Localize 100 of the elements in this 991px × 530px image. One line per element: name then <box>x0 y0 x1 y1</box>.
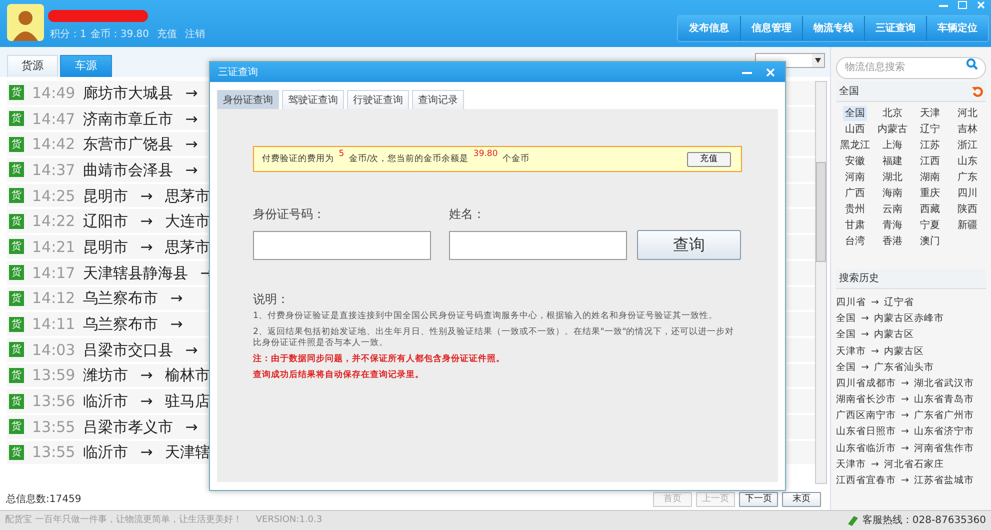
scrollbar[interactable] <box>815 81 827 484</box>
region-link[interactable]: 河南 <box>842 170 867 184</box>
region-link[interactable]: 西藏 <box>918 202 942 216</box>
history-origin[interactable]: 全国 <box>836 360 856 375</box>
warning-text: 注：由于数据同步问题，并不保证所有人都包含身份证证件照。 <box>253 354 506 365</box>
history-destination[interactable]: 河北省石家庄 <box>884 458 944 472</box>
history-destination[interactable]: 内蒙古区 <box>884 344 924 359</box>
history-destination[interactable]: 山东省济宁市 <box>914 425 974 440</box>
region-link[interactable]: 新疆 <box>955 218 980 232</box>
maximize-icon[interactable] <box>958 1 967 9</box>
region-link[interactable]: 山西 <box>842 122 867 136</box>
history-origin[interactable]: 四川省 <box>836 296 866 310</box>
history-destination[interactable]: 辽宁省 <box>884 296 914 310</box>
history-origin[interactable]: 湖南省长沙市 <box>836 393 896 408</box>
history-destination[interactable]: 内蒙古区 <box>874 328 914 343</box>
dialog-title: 三证查询 <box>218 66 259 80</box>
refresh-icon[interactable] <box>972 86 983 96</box>
row-arrow: → <box>140 392 153 410</box>
region-link[interactable]: 河北 <box>955 106 980 120</box>
total-count: 总信息数:17459 <box>6 492 82 506</box>
history-destination[interactable]: 河南省焦作市 <box>914 442 974 456</box>
cargo-badge: 货 <box>9 85 24 100</box>
region-link[interactable]: 江苏 <box>918 138 942 152</box>
history-destination[interactable]: 广东省汕头市 <box>874 360 934 375</box>
region-link[interactable]: 湖南 <box>918 170 942 184</box>
region-link[interactable]: 澳门 <box>918 234 942 248</box>
region-link[interactable]: 广西 <box>842 186 867 200</box>
region-link[interactable]: 云南 <box>880 202 904 216</box>
history-destination[interactable]: 内蒙古区赤峰市 <box>874 312 944 326</box>
history-destination[interactable]: 江苏省盐城市 <box>914 474 974 488</box>
region-link[interactable]: 天津 <box>918 106 942 120</box>
recharge-button[interactable]: 充值 <box>687 152 731 166</box>
row-arrow: → <box>140 366 153 384</box>
history-destination[interactable]: 山东省青岛市 <box>914 393 974 408</box>
region-link[interactable]: 青海 <box>880 218 904 232</box>
history-origin[interactable]: 广西区南宁市 <box>836 409 896 424</box>
region-link[interactable]: 陕西 <box>955 202 980 216</box>
history-origin[interactable]: 四川省成都市 <box>836 376 896 392</box>
region-link[interactable]: 四川 <box>955 186 980 200</box>
region-link[interactable]: 海南 <box>880 186 904 200</box>
page-button[interactable]: 末页 <box>782 492 821 506</box>
close-icon[interactable] <box>977 1 985 9</box>
history-origin[interactable]: 江西省宜春市 <box>836 474 896 488</box>
row-destination: 思茅市 <box>164 238 210 256</box>
history-title: 搜索历史 <box>839 272 879 286</box>
history-origin[interactable]: 天津市 <box>836 344 866 359</box>
region-link[interactable]: 重庆 <box>918 186 942 200</box>
region-link[interactable]: 贵州 <box>842 202 867 216</box>
region-link[interactable]: 黑龙江 <box>838 138 872 152</box>
minimize-icon[interactable] <box>939 2 948 8</box>
query-button[interactable]: 查询 <box>637 230 741 260</box>
row-origin: 临沂市 <box>83 443 128 462</box>
history-destination[interactable]: 湖北省武汉市 <box>914 376 974 392</box>
dialog-tab[interactable]: 查询记录 <box>412 90 464 109</box>
dialog-tab[interactable]: 身份证查询 <box>217 90 279 109</box>
history-destination[interactable]: 广东省广州市 <box>914 409 974 424</box>
region-link[interactable]: 甘肃 <box>842 218 867 232</box>
cargo-badge: 货 <box>9 316 24 332</box>
region-link[interactable]: 北京 <box>880 106 904 120</box>
region-link[interactable]: 台湾 <box>842 234 867 248</box>
dialog-tab[interactable]: 驾驶证查询 <box>282 90 344 109</box>
history-origin[interactable]: 山东省日照市 <box>836 425 896 440</box>
history-arrow: → <box>871 344 879 359</box>
region-link[interactable]: 香港 <box>880 234 904 248</box>
region-link[interactable]: 内蒙古 <box>875 122 910 136</box>
region-link[interactable]: 上海 <box>880 138 904 152</box>
region-link[interactable]: 山东 <box>955 154 980 168</box>
history-origin[interactable]: 山东省临沂市 <box>836 442 896 456</box>
region-link[interactable]: 福建 <box>880 154 904 168</box>
row-time: 14:17 <box>32 264 76 282</box>
region-link[interactable]: 辽宁 <box>918 122 942 136</box>
note-text: 1、付费身份证验证是直接连接到中国全国公民身份证号码查询服务中心，根据输入的姓名和身份证号验证其一致性。 <box>253 311 718 322</box>
region-link[interactable]: 安徽 <box>842 154 867 168</box>
region-link[interactable]: 江西 <box>918 154 942 168</box>
version-label: VERSION:1.0.3 <box>256 514 324 527</box>
dialog-tab[interactable]: 行驶证查询 <box>347 90 409 109</box>
row-origin: 昆明市 <box>83 238 128 256</box>
row-arrow: → <box>185 110 198 128</box>
history-arrow: → <box>901 474 909 488</box>
name-label: 姓名： <box>449 206 486 223</box>
scrollbar-thumb[interactable] <box>816 162 826 262</box>
cargo-badge: 货 <box>9 136 24 152</box>
row-arrow: → <box>140 443 153 462</box>
region-link[interactable]: 湖北 <box>880 170 904 184</box>
region-link[interactable]: 全国 <box>842 106 867 120</box>
close-icon[interactable] <box>766 68 775 76</box>
region-link[interactable]: 广东 <box>955 170 980 184</box>
name-field[interactable] <box>449 231 627 260</box>
page-button[interactable]: 下一页 <box>739 492 778 506</box>
region-link[interactable]: 浙江 <box>955 138 980 152</box>
history-origin[interactable]: 全国 <box>836 312 856 326</box>
source-tab[interactable]: 货源 <box>7 55 58 77</box>
region-link[interactable]: 宁夏 <box>918 218 942 232</box>
region-link[interactable]: 吉林 <box>955 122 980 136</box>
minimize-icon[interactable] <box>742 69 752 75</box>
search-icon[interactable] <box>966 58 978 70</box>
history-origin[interactable]: 全国 <box>836 328 856 343</box>
id-number-field[interactable] <box>253 231 431 260</box>
history-origin[interactable]: 天津市 <box>836 458 866 472</box>
search-field[interactable]: 物流信息搜索 <box>836 56 986 78</box>
